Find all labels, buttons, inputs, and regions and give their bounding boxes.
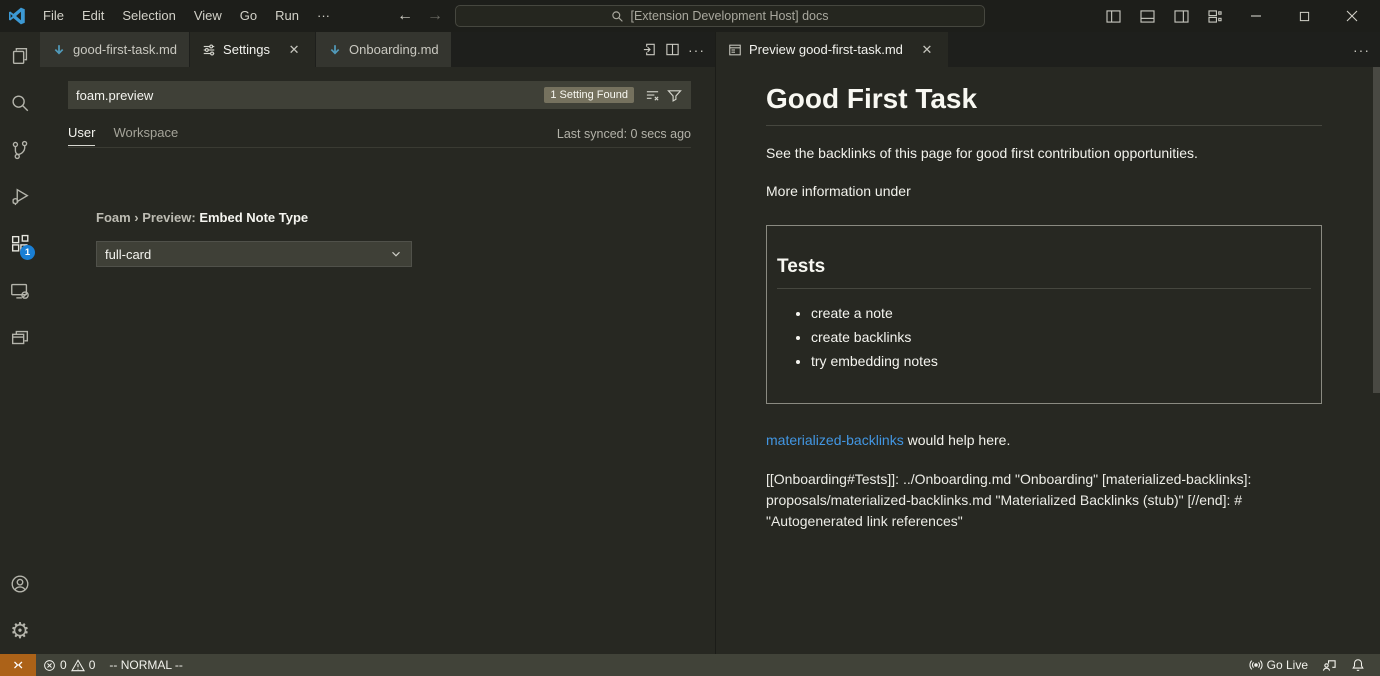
- embedded-note-card: Tests create a note create backlinks try…: [766, 225, 1322, 404]
- more-actions-icon[interactable]: ···: [688, 42, 705, 58]
- editor-group-right: Preview good-first-task.md ✕ ··· Good Fi…: [716, 32, 1380, 654]
- setting-embed-note-type: Foam › Preview: Embed Note Type full-car…: [96, 210, 412, 267]
- settings-search-input[interactable]: [76, 88, 544, 103]
- preview-paragraph: See the backlinks of this page for good …: [766, 143, 1322, 164]
- menu-go[interactable]: Go: [231, 0, 266, 32]
- browser-windows-icon[interactable]: [0, 314, 40, 361]
- preview-title: Good First Task: [766, 83, 1322, 126]
- settings-editor: 1 Setting Found: [40, 67, 715, 654]
- scope-tab-workspace[interactable]: Workspace: [113, 125, 178, 145]
- status-bar: 0 0 -- NORMAL -- Go Live: [0, 654, 1380, 676]
- toggle-panel-icon[interactable]: [1132, 1, 1162, 31]
- close-tab-icon[interactable]: ✕: [918, 42, 936, 58]
- go-live-status-item[interactable]: Go Live: [1242, 654, 1315, 676]
- title-bar: File Edit Selection View Go Run ··· ← → …: [0, 0, 1380, 32]
- problems-status-item[interactable]: 0 0: [36, 654, 102, 676]
- activity-bar: 1 ⚙: [0, 32, 40, 654]
- menu-view[interactable]: View: [185, 0, 231, 32]
- list-item: create backlinks: [811, 329, 1311, 345]
- link-references-paragraph: [[Onboarding#Tests]]: ../Onboarding.md "…: [766, 469, 1322, 532]
- person-window-icon: [1322, 658, 1337, 672]
- settings-gear-icon[interactable]: ⚙: [0, 607, 40, 654]
- extensions-badge: 1: [20, 245, 35, 260]
- filter-funnel-icon[interactable]: [663, 84, 685, 106]
- dropdown-value: full-card: [105, 247, 151, 262]
- list-item: create a note: [811, 305, 1311, 321]
- markdown-file-icon: [328, 43, 342, 57]
- bell-icon: [1351, 658, 1365, 672]
- markdown-preview-pane: Good First Task See the backlinks of thi…: [716, 67, 1380, 654]
- toggle-secondary-sidebar-icon[interactable]: [1166, 1, 1196, 31]
- command-center-label: [Extension Development Host] docs: [630, 9, 828, 23]
- settings-sliders-icon: [202, 43, 216, 57]
- more-actions-icon[interactable]: ···: [1353, 42, 1370, 58]
- menu-more[interactable]: ···: [308, 0, 339, 32]
- preview-paragraph: materialized-backlinks would help here.: [766, 430, 1322, 451]
- preview-paragraph: More information under: [766, 181, 1322, 202]
- embedded-note-list: create a note create backlinks try embed…: [811, 305, 1311, 369]
- split-editor-icon[interactable]: [665, 42, 680, 57]
- last-synced-label: Last synced: 0 secs ago: [557, 127, 691, 144]
- customize-layout-icon[interactable]: [1200, 1, 1230, 31]
- extensions-icon[interactable]: 1: [0, 220, 40, 267]
- materialized-backlinks-link[interactable]: materialized-backlinks: [766, 432, 904, 448]
- nav-forward-icon[interactable]: →: [427, 7, 443, 25]
- explorer-icon[interactable]: [0, 32, 40, 79]
- vscode-window: File Edit Selection View Go Run ··· ← → …: [0, 0, 1380, 676]
- search-icon: [611, 10, 624, 23]
- settings-search-box: 1 Setting Found: [68, 81, 691, 109]
- markdown-file-icon: [52, 43, 66, 57]
- menu-edit[interactable]: Edit: [73, 0, 113, 32]
- tab-good-first-task[interactable]: good-first-task.md: [40, 32, 190, 67]
- run-debug-icon[interactable]: [0, 173, 40, 220]
- list-item: try embedding notes: [811, 353, 1311, 369]
- chevron-down-icon: [389, 247, 403, 261]
- tab-bar-left: good-first-task.md Settings ✕: [40, 32, 715, 67]
- menu-file[interactable]: File: [34, 0, 73, 32]
- embedded-note-title: Tests: [777, 256, 1311, 289]
- scope-tab-user[interactable]: User: [68, 125, 95, 146]
- close-window-button[interactable]: [1330, 0, 1374, 32]
- open-settings-json-icon[interactable]: [642, 42, 657, 57]
- menu-run[interactable]: Run: [266, 0, 308, 32]
- broadcast-icon: [1249, 658, 1263, 672]
- error-icon: [43, 659, 56, 672]
- tab-settings[interactable]: Settings ✕: [190, 32, 316, 67]
- setting-name-label: Embed Note Type: [199, 210, 308, 225]
- close-tab-icon[interactable]: ✕: [285, 42, 303, 58]
- search-sidebar-icon[interactable]: [0, 79, 40, 126]
- embed-note-type-dropdown[interactable]: full-card: [96, 241, 412, 267]
- nav-back-icon[interactable]: ←: [397, 7, 413, 25]
- tab-bar-right: Preview good-first-task.md ✕ ···: [716, 32, 1380, 67]
- minimize-button[interactable]: [1234, 0, 1278, 32]
- feedback-status-item[interactable]: [1315, 654, 1344, 676]
- accounts-icon[interactable]: [0, 560, 40, 607]
- preview-scrollbar[interactable]: [1373, 67, 1380, 393]
- vim-mode-status-item[interactable]: -- NORMAL --: [102, 654, 190, 676]
- editor-group-left: good-first-task.md Settings ✕: [40, 32, 716, 654]
- remote-indicator[interactable]: [0, 654, 36, 676]
- settings-scope-tabs: User Workspace Last synced: 0 secs ago: [68, 123, 691, 148]
- maximize-button[interactable]: [1282, 0, 1326, 32]
- vscode-logo-icon: [0, 7, 34, 25]
- source-control-icon[interactable]: [0, 126, 40, 173]
- tab-onboarding[interactable]: Onboarding.md: [316, 32, 452, 67]
- settings-result-count-badge: 1 Setting Found: [544, 87, 634, 103]
- command-center-search[interactable]: [Extension Development Host] docs: [455, 5, 985, 27]
- clear-search-results-icon[interactable]: [641, 84, 663, 106]
- warning-icon: [71, 659, 85, 672]
- menu-selection[interactable]: Selection: [113, 0, 184, 32]
- notifications-status-item[interactable]: [1344, 654, 1372, 676]
- remote-icon: [11, 658, 25, 672]
- tab-preview-good-first-task[interactable]: Preview good-first-task.md ✕: [716, 32, 949, 67]
- setting-category-label: Foam › Preview:: [96, 210, 199, 225]
- markdown-preview-icon: [728, 43, 742, 57]
- toggle-primary-sidebar-icon[interactable]: [1098, 1, 1128, 31]
- remote-explorer-icon[interactable]: [0, 267, 40, 314]
